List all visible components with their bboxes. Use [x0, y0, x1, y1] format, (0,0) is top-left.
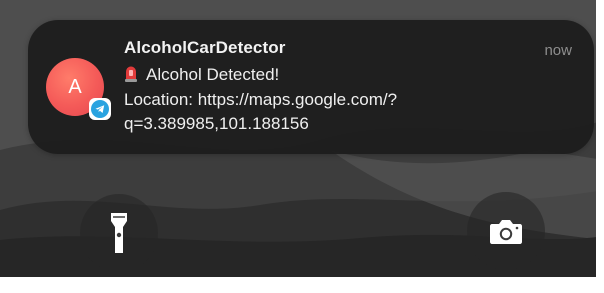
notification-banner[interactable]: A AlcoholCarDetector now Alcohol Detecte… — [28, 20, 594, 154]
camera-icon — [490, 220, 522, 244]
notification-message-line-1: Alcohol Detected! — [124, 65, 279, 85]
notification-message-line-2: Location: https://maps.google.com/? — [124, 90, 398, 109]
notification-time: now — [544, 42, 572, 59]
police-siren-icon — [125, 66, 137, 82]
flashlight-icon — [111, 213, 127, 253]
flashlight-button[interactable] — [80, 194, 158, 272]
lock-screen: A AlcoholCarDetector now Alcohol Detecte… — [0, 0, 604, 293]
notification-message-line-3: q=3.389985,101.188156 — [124, 114, 309, 133]
avatar-letter: A — [68, 76, 82, 98]
camera-button[interactable] — [467, 192, 545, 270]
notification-app-name: AlcoholCarDetector — [124, 38, 286, 57]
message-text: Alcohol Detected! — [146, 65, 280, 84]
image-border-bottom — [0, 277, 604, 293]
telegram-icon — [89, 98, 111, 120]
image-border-right — [596, 0, 604, 293]
